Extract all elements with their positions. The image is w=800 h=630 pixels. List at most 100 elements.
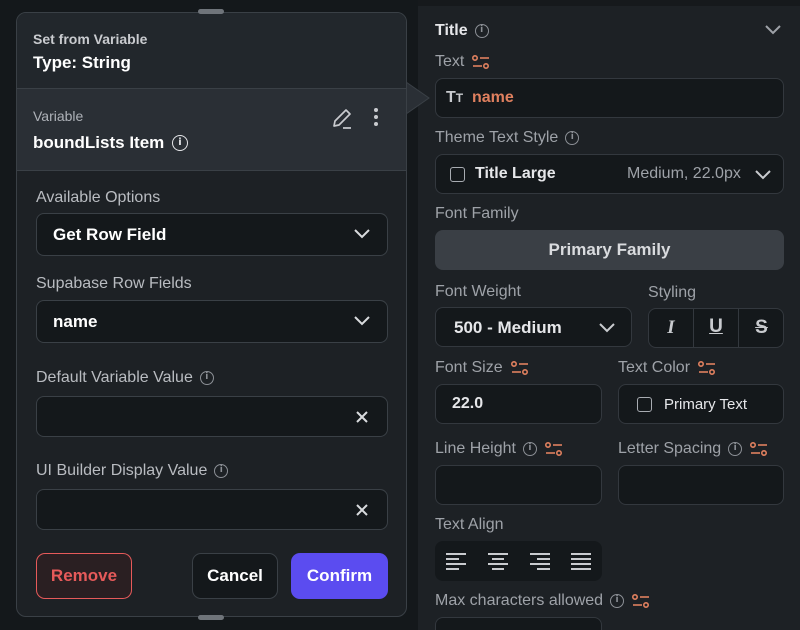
line-height-label-row: Line Height i — [435, 440, 563, 458]
text-color-picker[interactable]: Primary Text — [618, 384, 784, 424]
align-center-icon[interactable] — [488, 552, 508, 570]
chevron-down-icon — [354, 316, 370, 326]
ui-builder-input[interactable] — [36, 489, 388, 530]
text-label-row: Text — [435, 53, 490, 71]
text-color-label-row: Text Color — [618, 359, 716, 377]
confirm-button[interactable]: Confirm — [291, 553, 388, 599]
theme-style-meta: Medium, 22.0px — [627, 165, 741, 182]
align-right-icon[interactable] — [530, 552, 550, 570]
info-icon[interactable]: i — [610, 593, 625, 608]
supabase-fields-value: name — [53, 312, 98, 331]
header-subtitle: Set from Variable — [33, 31, 148, 47]
font-size-value: 22.0 — [452, 395, 484, 412]
info-icon[interactable]: i — [172, 135, 188, 151]
default-value-label: Default Variable Value — [36, 369, 193, 386]
line-height-input[interactable] — [435, 465, 602, 505]
text-variable-value: name — [472, 89, 514, 106]
ui-builder-label-row: UI Builder Display Value i — [36, 462, 229, 480]
info-icon[interactable]: i — [214, 463, 229, 478]
available-options-label: Available Options — [36, 189, 161, 206]
underline-button[interactable]: U — [694, 309, 739, 347]
font-weight-label-row: Font Weight — [435, 283, 521, 301]
remove-button[interactable]: Remove — [36, 553, 132, 599]
text-type-icon: TT — [446, 89, 464, 106]
variable-icon[interactable] — [472, 54, 490, 70]
font-weight-value: 500 - Medium — [454, 318, 562, 337]
chevron-down-icon — [599, 323, 615, 333]
theme-style-label-row: Theme Text Style i — [435, 129, 580, 147]
letter-spacing-label-row: Letter Spacing i — [618, 440, 768, 458]
info-icon[interactable]: i — [199, 370, 214, 385]
theme-text-style-label: Theme Text Style — [435, 129, 559, 146]
header-type: Type: String — [33, 53, 131, 72]
section-title: Title — [435, 22, 468, 39]
text-field[interactable]: TT name — [435, 78, 784, 118]
font-weight-select[interactable]: 500 - Medium — [435, 307, 632, 347]
variable-icon[interactable] — [698, 360, 716, 376]
modal-drag-handle-top[interactable] — [198, 9, 224, 14]
info-icon[interactable]: i — [474, 23, 489, 38]
collapse-chevron-icon[interactable] — [764, 24, 782, 36]
default-value-input[interactable] — [36, 396, 388, 437]
available-options-select[interactable]: Get Row Field — [36, 213, 388, 256]
clear-x-icon[interactable] — [355, 410, 369, 424]
text-align-label: Text Align — [435, 516, 504, 533]
default-value-label-row: Default Variable Value i — [36, 369, 214, 387]
font-family-button[interactable]: Primary Family — [435, 230, 784, 270]
variable-icon[interactable] — [510, 360, 529, 376]
modal-drag-handle-bottom[interactable] — [198, 615, 224, 620]
variable-name: boundLists Item — [33, 133, 165, 152]
font-family-label: Font Family — [435, 205, 519, 222]
max-chars-input[interactable] — [435, 617, 602, 630]
theme-style-name: Title Large — [475, 165, 556, 182]
variable-icon[interactable] — [544, 441, 563, 457]
text-align-group — [435, 541, 602, 581]
cancel-button[interactable]: Cancel — [192, 553, 278, 599]
supabase-fields-label: Supabase Row Fields — [36, 275, 192, 292]
available-options-value: Get Row Field — [53, 225, 167, 244]
color-swatch[interactable] — [637, 397, 652, 412]
title-section-header[interactable]: Title i — [435, 22, 489, 40]
theme-style-checkbox[interactable] — [450, 167, 465, 182]
set-from-variable-modal: Set from Variable Type: String Variable … — [16, 12, 407, 617]
supabase-fields-select[interactable]: name — [36, 300, 388, 343]
chevron-down-icon — [354, 229, 370, 239]
properties-panel: Title i Text TT name Theme Text Style i Ti… — [418, 0, 800, 630]
variable-icon[interactable] — [632, 593, 650, 609]
ui-builder-label: UI Builder Display Value — [36, 462, 208, 479]
variable-row: Variable boundLists Item i — [17, 89, 406, 171]
line-height-label: Line Height — [435, 440, 516, 457]
text-color-value: Primary Text — [664, 396, 748, 413]
styling-group: I U S — [648, 308, 784, 348]
info-icon[interactable]: i — [522, 441, 537, 456]
letter-spacing-input[interactable] — [618, 465, 784, 505]
font-size-label: Font Size — [435, 359, 503, 376]
max-chars-label: Max characters allowed — [435, 592, 604, 609]
variable-label: Variable — [33, 108, 84, 124]
font-weight-label: Font Weight — [435, 283, 521, 300]
more-vertical-icon[interactable] — [371, 107, 381, 127]
strikethrough-button[interactable]: S — [739, 309, 784, 347]
font-size-input[interactable]: 22.0 — [435, 384, 602, 424]
italic-button[interactable]: I — [649, 309, 694, 347]
edit-pencil-icon[interactable] — [331, 107, 353, 129]
align-justify-icon[interactable] — [571, 552, 591, 570]
text-color-label: Text Color — [618, 359, 691, 376]
theme-text-style-select[interactable]: Title Large Medium, 22.0px — [435, 154, 784, 194]
chevron-down-icon — [755, 170, 771, 180]
modal-header: Set from Variable Type: String — [17, 13, 406, 89]
styling-label-row: Styling — [648, 284, 696, 302]
letter-spacing-label: Letter Spacing — [618, 440, 722, 457]
info-icon[interactable]: i — [728, 441, 743, 456]
max-chars-label-row: Max characters allowed i — [435, 592, 650, 610]
font-size-label-row: Font Size — [435, 359, 529, 377]
popover-pointer — [405, 82, 430, 114]
info-icon[interactable]: i — [565, 130, 580, 145]
font-family-label-row: Font Family — [435, 205, 519, 223]
variable-icon[interactable] — [750, 441, 768, 457]
align-left-icon[interactable] — [446, 552, 466, 570]
styling-label: Styling — [648, 284, 697, 301]
text-label: Text — [435, 53, 465, 70]
text-align-label-row: Text Align — [435, 516, 503, 534]
clear-x-icon[interactable] — [355, 503, 369, 517]
